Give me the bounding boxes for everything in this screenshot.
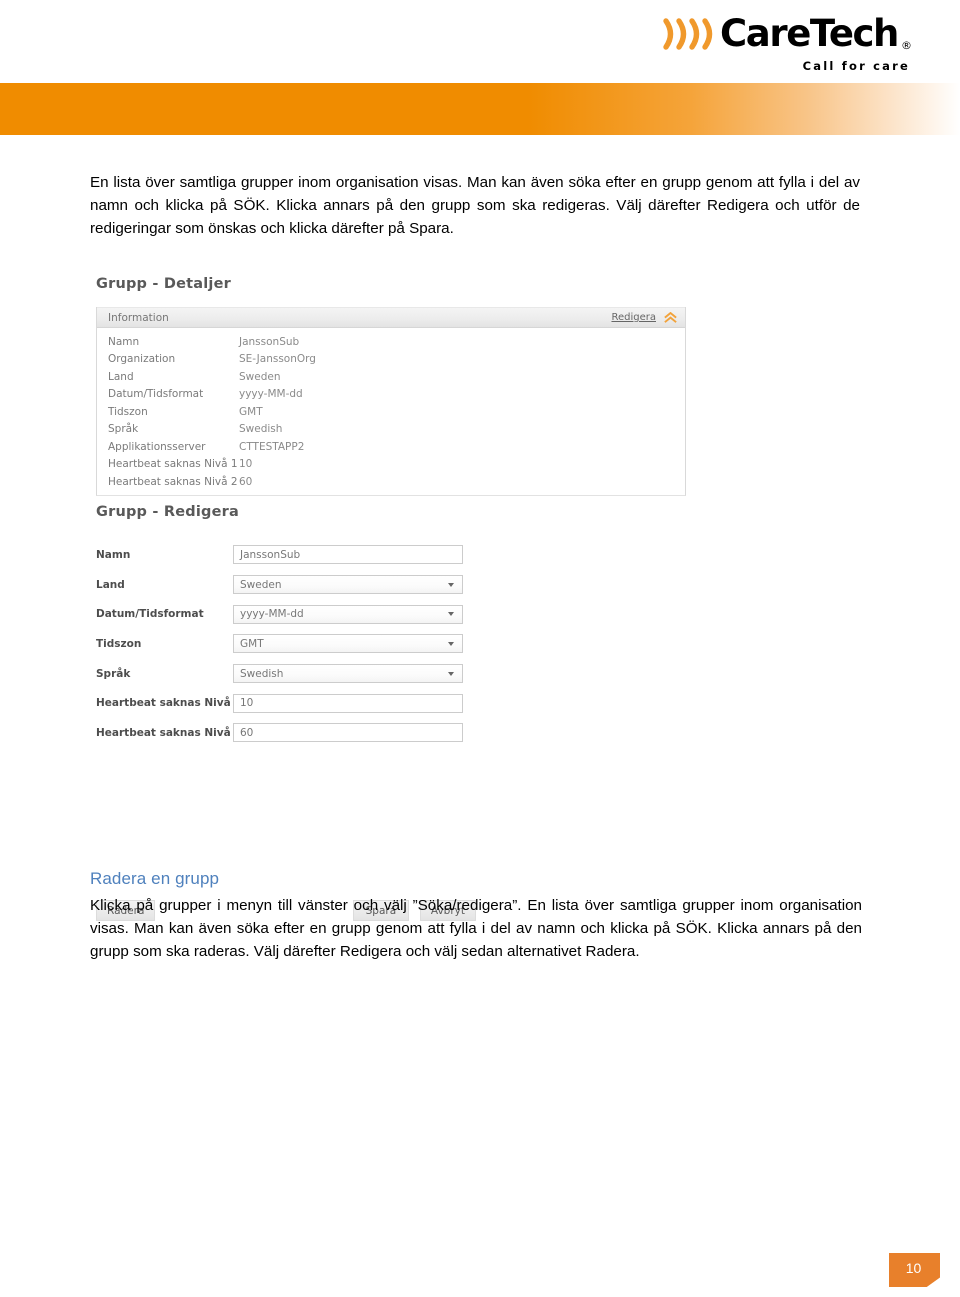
- form-row-datumtidsformat: Datum/Tidsformat yyyy-MM-dd: [96, 599, 476, 629]
- table-row: Tidszon GMT: [108, 403, 685, 421]
- field-value: 60: [240, 726, 254, 739]
- form-row-tidszon: Tidszon GMT: [96, 629, 476, 659]
- chevron-down-icon: [448, 671, 454, 676]
- edit-link[interactable]: Redigera: [611, 312, 656, 323]
- detail-label: Namn: [108, 335, 140, 348]
- field-value: yyyy-MM-dd: [240, 608, 304, 621]
- sprak-select[interactable]: Swedish: [233, 664, 463, 684]
- registered-trademark-icon: ®: [901, 38, 912, 52]
- detail-value: Swedish: [239, 423, 283, 436]
- table-row: Land Sweden: [108, 368, 685, 386]
- detail-section-heading: Grupp - Detaljer: [96, 276, 231, 292]
- detail-value: Sweden: [239, 370, 281, 383]
- form-row-sprak: Språk Swedish: [96, 659, 476, 689]
- form-label: Land: [96, 578, 125, 591]
- table-row: Organization SE-JanssonOrg: [108, 351, 685, 369]
- details-row-list: Namn JanssonSub Organization SE-JanssonO…: [97, 328, 685, 495]
- detail-label: Tidszon: [108, 405, 148, 418]
- table-row: Språk Swedish: [108, 421, 685, 439]
- form-row-heartbeat-niva-1: Heartbeat saknas Nivå 1 10: [96, 688, 476, 718]
- heartbeat-niva-2-input[interactable]: 60: [233, 723, 463, 743]
- form-label: Tidszon: [96, 637, 142, 650]
- form-row-land: Land Sweden: [96, 570, 476, 600]
- chevron-double-up-icon[interactable]: [664, 312, 677, 323]
- orange-header-band: [0, 83, 960, 135]
- detail-label: Heartbeat saknas Nivå 2: [108, 475, 238, 488]
- chevron-down-icon: [448, 582, 454, 587]
- field-value: Sweden: [240, 578, 282, 591]
- logo-main-row: CareTech ®: [662, 12, 912, 56]
- form-row-namn: Namn JanssonSub: [96, 540, 476, 570]
- page-number: 10: [905, 1260, 922, 1276]
- detail-value: yyyy-MM-dd: [239, 388, 303, 401]
- tidszon-select[interactable]: GMT: [233, 634, 463, 654]
- chevron-down-icon: [448, 641, 454, 646]
- field-value: Swedish: [240, 667, 284, 680]
- detail-label: Datum/Tidsformat: [108, 388, 204, 401]
- group-details-panel: Information Redigera Namn JanssonSub Org…: [96, 307, 686, 496]
- field-value: JanssonSub: [240, 548, 301, 561]
- namn-input[interactable]: JanssonSub: [233, 545, 463, 565]
- detail-label: Land: [108, 370, 134, 383]
- detail-value: SE-JanssonOrg: [239, 353, 316, 366]
- chevron-logo-icon: [662, 14, 718, 54]
- logo-wordmark: CareTech: [720, 12, 899, 55]
- field-value: 10: [240, 697, 254, 710]
- detail-value: CTTESTAPP2: [239, 440, 305, 453]
- caretech-logo: CareTech ® Call for care: [626, 8, 912, 76]
- details-panel-title: Information: [108, 311, 169, 324]
- group-edit-form: Namn JanssonSub Land Sweden Datum/Tidsfo…: [96, 540, 476, 748]
- page-title: Radera en grupp: [90, 869, 220, 889]
- form-label: Heartbeat saknas Nivå 2: [96, 726, 242, 739]
- land-select[interactable]: Sweden: [233, 575, 463, 595]
- detail-label: Språk: [108, 423, 139, 436]
- detail-value: 60: [239, 475, 253, 488]
- details-panel-header: Information Redigera: [97, 307, 685, 328]
- table-row: Datum/Tidsformat yyyy-MM-dd: [108, 386, 685, 404]
- form-label: Namn: [96, 548, 131, 561]
- detail-label: Applikationsserver: [108, 440, 206, 453]
- form-label: Heartbeat saknas Nivå 1: [96, 697, 242, 710]
- table-row: Applikationsserver CTTESTAPP2: [108, 438, 685, 456]
- delete-section-paragraph: Klicka på grupper i menyn till vänster o…: [90, 897, 862, 961]
- form-label: Språk: [96, 667, 131, 680]
- table-row: Namn JanssonSub: [108, 333, 685, 351]
- page-header: CareTech ® Call for care: [0, 0, 960, 83]
- form-label: Datum/Tidsformat: [96, 608, 204, 621]
- heartbeat-niva-1-input[interactable]: 10: [233, 693, 463, 713]
- table-row: Heartbeat saknas Nivå 1 10: [108, 456, 685, 474]
- chevron-down-icon: [448, 612, 454, 617]
- edit-section-heading: Grupp - Redigera: [96, 504, 239, 520]
- intro-paragraph: En lista över samtliga grupper inom orga…: [90, 174, 860, 238]
- detail-value: 10: [239, 458, 253, 471]
- page-number-badge: 10: [889, 1253, 940, 1287]
- detail-value: GMT: [239, 405, 263, 418]
- detail-label: Organization: [108, 353, 176, 366]
- detail-value: JanssonSub: [239, 335, 300, 348]
- logo-tagline: Call for care: [802, 58, 910, 73]
- form-row-heartbeat-niva-2: Heartbeat saknas Nivå 2 60: [96, 718, 476, 748]
- table-row: Heartbeat saknas Nivå 2 60: [108, 473, 685, 491]
- datum-tidsformat-select[interactable]: yyyy-MM-dd: [233, 604, 463, 624]
- detail-label: Heartbeat saknas Nivå 1: [108, 458, 238, 471]
- field-value: GMT: [240, 637, 264, 650]
